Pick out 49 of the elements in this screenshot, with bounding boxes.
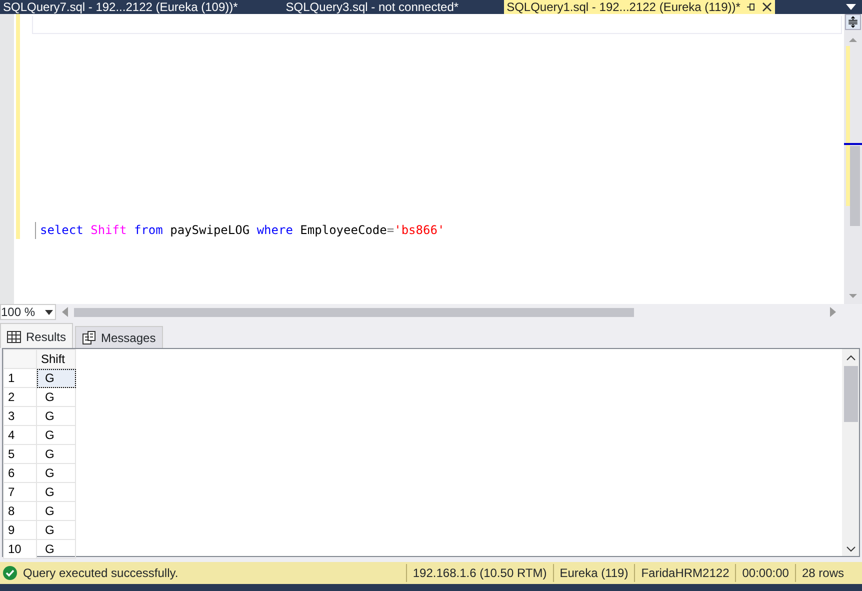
status-field: FaridaHRM2122 [634, 564, 736, 582]
row-number: 5 [4, 444, 36, 464]
table-cell: G [36, 406, 76, 426]
sql-code-line: select Shift from paySwipeLOG where EmployeeCode='bs866' [35, 222, 445, 239]
row-number: 1 [4, 368, 36, 388]
table-cell: G [36, 540, 76, 558]
vertical-scrollbar[interactable] [844, 14, 862, 304]
scroll-right-icon[interactable] [830, 307, 836, 317]
row-number: 8 [4, 502, 36, 520]
zoom-dropdown[interactable]: 100 % [0, 304, 56, 320]
scroll-left-icon[interactable] [62, 307, 68, 317]
dropdown-icon[interactable] [846, 4, 856, 10]
results-tab[interactable]: Results [0, 323, 74, 348]
grid-icon [7, 331, 21, 343]
document-tab[interactable]: SQLQuery1.sql - 192...2122 (Eureka (119))* [504, 0, 776, 14]
table-cell: G [36, 388, 76, 406]
row-number: 7 [4, 482, 36, 502]
table-cell: G [36, 502, 76, 520]
scroll-down-icon[interactable] [846, 545, 856, 553]
split-icon[interactable] [845, 14, 861, 30]
row-number: 9 [4, 520, 36, 540]
pin-icon[interactable] [746, 2, 756, 12]
row-number: 6 [4, 464, 36, 482]
row-number: 3 [4, 406, 36, 426]
table-cell: G [36, 426, 76, 444]
table-cell: G [36, 520, 76, 540]
vertical-scrollbar[interactable] [842, 349, 859, 556]
scroll-up-icon[interactable] [846, 354, 856, 362]
table-cell: G [36, 368, 76, 388]
row-number: 4 [4, 426, 36, 444]
row-number: 10 [4, 540, 36, 558]
caret-icon [45, 310, 53, 314]
success-check-icon [3, 566, 17, 580]
table-cell: G [36, 464, 76, 482]
results-tab[interactable]: Messages [75, 326, 163, 348]
column-header[interactable]: Shift [36, 350, 76, 368]
table-cell: G [36, 482, 76, 502]
row-number: 2 [4, 388, 36, 406]
document-tab[interactable]: SQLQuery3.sql - not connected* [282, 0, 462, 14]
table-cell: G [36, 444, 76, 464]
scrollbar-thumb[interactable] [844, 366, 858, 422]
status-field: 192.168.1.6 (10.50 RTM) [406, 564, 553, 582]
document-tab[interactable]: SQLQuery7.sql - 192...2122 (Eureka (109))* [0, 0, 241, 14]
document-icon [82, 330, 96, 344]
status-message: Query executed successfully. [23, 565, 178, 582]
status-field: 28 rows [794, 564, 850, 582]
close-icon[interactable] [762, 2, 772, 12]
status-field: Eureka (119) [552, 564, 634, 582]
status-field: 00:00:00 [735, 564, 795, 582]
